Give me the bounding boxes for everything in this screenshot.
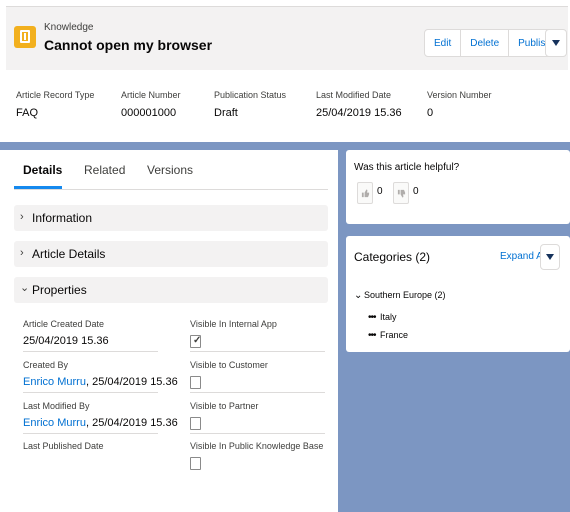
field-divider: [190, 433, 325, 434]
field-divider: [23, 392, 158, 393]
delete-button[interactable]: Delete: [461, 30, 510, 56]
field-last-published-date: Last Published Date: [23, 441, 104, 461]
highlight-label: Article Record Type: [16, 90, 95, 100]
tab-versions[interactable]: Versions: [147, 163, 193, 177]
chevron-down-icon: [546, 254, 554, 260]
field-value: Enrico Murru, 25/04/2019 15.36: [23, 417, 178, 433]
thumbs-up-count: 0: [377, 186, 383, 197]
categories-menu-button[interactable]: [540, 244, 560, 270]
chevron-right-icon: ›: [20, 211, 24, 223]
thumbs-down-count: 0: [413, 186, 419, 197]
chevron-down-icon: ⌄: [20, 282, 30, 294]
field-divider: [190, 351, 325, 352]
field-value: Enrico Murru, 25/04/2019 15.36: [23, 376, 178, 392]
category-item-label: Italy: [380, 312, 397, 322]
chevron-down-icon: ⌄: [354, 290, 363, 301]
field-label: Created By: [23, 360, 69, 370]
category-group[interactable]: ⌄ Southern Europe (2): [354, 290, 446, 301]
field-visible-customer: Visible to Customer: [190, 360, 268, 389]
field-divider: [190, 392, 325, 393]
section-article-details[interactable]: › Article Details: [14, 241, 328, 267]
edit-button[interactable]: Edit: [425, 30, 462, 56]
field-visible-partner: Visible to Partner: [190, 401, 258, 430]
section-title: Properties: [32, 283, 87, 297]
highlights-panel: Article Record Type FAQ Article Number 0…: [6, 70, 568, 142]
field-label: Visible In Public Knowledge Base: [190, 441, 324, 451]
visible-internal-checkbox[interactable]: ✓: [190, 335, 201, 348]
more-actions-button[interactable]: [545, 29, 567, 57]
knowledge-book-icon: [14, 26, 36, 48]
highlight-article-number: Article Number 000001000: [121, 90, 181, 119]
section-title: Article Details: [32, 247, 106, 261]
thumbs-up-button[interactable]: [357, 182, 373, 204]
tab-related[interactable]: Related: [84, 163, 125, 177]
last-modified-by-date: , 25/04/2019 15.36: [85, 417, 178, 429]
field-visible-public-kb: Visible In Public Knowledge Base: [190, 441, 323, 470]
tab-bar: Details Related Versions: [14, 150, 328, 190]
visible-customer-checkbox[interactable]: [190, 376, 201, 389]
category-item-label: France: [380, 330, 409, 340]
last-modified-by-user-link[interactable]: Enrico Murru: [23, 417, 86, 429]
thumbs-down-icon: [397, 189, 405, 198]
highlight-value: Draft: [214, 107, 238, 119]
action-button-group: Edit Delete Publish: [424, 29, 561, 57]
field-created-by: Created By Enrico Murru, 25/04/2019 15.3…: [23, 360, 178, 392]
field-divider: [23, 351, 158, 352]
category-item[interactable]: ••• France: [368, 330, 408, 341]
highlight-label: Publication Status: [214, 90, 287, 100]
section-properties[interactable]: ⌄ Properties: [14, 277, 328, 303]
highlight-version-number: Version Number 0: [427, 90, 492, 119]
field-divider: [23, 433, 158, 434]
highlight-label: Article Number: [121, 90, 181, 100]
highlight-label: Last Modified Date: [316, 90, 392, 100]
category-group-label: Southern Europe (2): [364, 290, 446, 300]
ellipsis-icon: •••: [368, 330, 377, 341]
visible-public-checkbox[interactable]: [190, 457, 201, 470]
field-label: Visible In Internal App: [190, 319, 277, 329]
highlight-last-modified-date: Last Modified Date 25/04/2019 15.36: [316, 90, 402, 119]
record-title: Cannot open my browser: [44, 37, 213, 53]
helpful-question: Was this article helpful?: [354, 162, 460, 173]
highlight-value: FAQ: [16, 107, 39, 119]
field-label: Last Published Date: [23, 441, 104, 451]
section-title: Information: [32, 211, 93, 225]
field-value: [23, 457, 104, 461]
highlight-value: 0: [427, 107, 434, 119]
created-by-date: , 25/04/2019 15.36: [85, 376, 178, 388]
created-by-user-link[interactable]: Enrico Murru: [23, 376, 86, 388]
field-label: Last Modified By: [23, 401, 90, 411]
field-label: Visible to Partner: [190, 401, 259, 411]
highlight-record-type: Article Record Type FAQ: [16, 90, 94, 119]
thumbs-up-icon: [361, 188, 369, 197]
active-tab-indicator: [14, 186, 62, 189]
field-label: Article Created Date: [23, 319, 105, 329]
thumbs-down-button[interactable]: [393, 182, 409, 204]
record-header: Knowledge Cannot open my browser Edit De…: [6, 6, 568, 70]
field-last-modified-by: Last Modified By Enrico Murru, 25/04/201…: [23, 401, 178, 433]
field-article-created-date: Article Created Date 25/04/2019 15.36: [23, 319, 109, 351]
section-information[interactable]: › Information: [14, 205, 328, 231]
categories-title: Categories (2): [354, 250, 431, 264]
field-visible-internal-app: Visible In Internal App ✓: [190, 319, 277, 348]
highlight-publication-status: Publication Status Draft: [214, 90, 286, 119]
categories-card: Categories (2) Expand All ⌄ Southern Euro…: [346, 236, 570, 352]
tab-details[interactable]: Details: [23, 163, 62, 177]
checkmark-icon: ✓: [193, 335, 202, 346]
highlight-value: 000001000: [121, 107, 177, 119]
background-strip: [0, 142, 338, 150]
chevron-right-icon: ›: [20, 247, 24, 259]
highlight-value: 25/04/2019 15.36: [316, 107, 402, 119]
detail-card: Details Related Versions › Information ›…: [6, 150, 338, 512]
field-value: 25/04/2019 15.36: [23, 335, 109, 347]
field-label: Visible to Customer: [190, 360, 268, 370]
chevron-down-icon: [552, 40, 560, 46]
ellipsis-icon: •••: [368, 312, 377, 323]
helpful-card: Was this article helpful? 0 0: [346, 150, 570, 224]
highlight-label: Version Number: [427, 90, 492, 100]
category-item[interactable]: ••• Italy: [368, 312, 397, 323]
visible-partner-checkbox[interactable]: [190, 417, 201, 430]
object-type-label: Knowledge: [44, 22, 94, 33]
